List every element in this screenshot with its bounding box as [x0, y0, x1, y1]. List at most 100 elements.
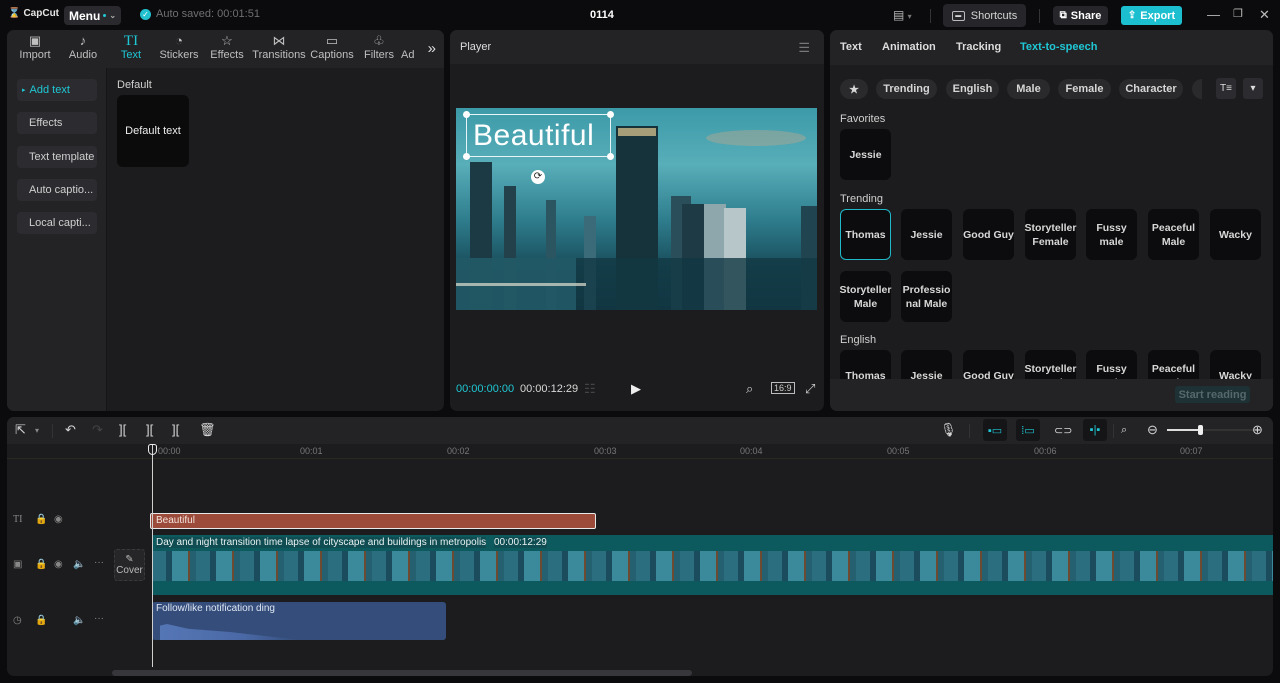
restore-icon[interactable]: ❐	[1233, 7, 1243, 20]
resize-handle[interactable]	[607, 153, 614, 160]
voice-card[interactable]: Peaceful Male	[1148, 209, 1199, 260]
split-right-icon[interactable]: ][	[172, 422, 179, 437]
text-overlay-box[interactable]: Beautiful	[463, 111, 614, 160]
more-icon[interactable]: ···	[94, 557, 104, 568]
eye-icon[interactable]: ◉	[54, 514, 63, 525]
voice-card-selected[interactable]: Thomas	[840, 209, 891, 260]
chevron-down-icon[interactable]: ▾	[1243, 78, 1263, 99]
undo-icon[interactable]: ↶	[65, 422, 76, 438]
favorites-chip[interactable]: ★	[840, 79, 868, 99]
nav-auto-captions[interactable]: Auto captio...	[17, 179, 97, 201]
aspect-ratio-button[interactable]: 16:9	[771, 382, 795, 394]
lock-icon[interactable]: 🔒	[35, 514, 47, 525]
list-view-icon[interactable]: ☷	[584, 381, 596, 397]
ruler-label: 00:05	[887, 446, 910, 456]
voice-card[interactable]: Professio nal Male	[901, 271, 952, 322]
voice-card[interactable]: Jessie	[840, 129, 891, 180]
audio-clip[interactable]: Follow/like notification ding	[152, 602, 446, 640]
tab-text-props[interactable]: Text	[840, 41, 862, 53]
nav-add-text[interactable]: Add text	[17, 79, 97, 101]
eye-icon[interactable]: ◉	[54, 559, 63, 570]
minimize-icon[interactable]: —	[1207, 7, 1220, 22]
speaker-icon[interactable]: 🔈	[73, 559, 85, 570]
chip-english[interactable]: English	[946, 79, 999, 99]
chip-character[interactable]: Character	[1119, 79, 1183, 99]
split-left-icon[interactable]: ][	[146, 422, 153, 437]
filter-sort-icon[interactable]: T≡	[1216, 78, 1236, 99]
zoom-fit-icon[interactable]: ⌕	[746, 381, 753, 397]
lock-icon[interactable]: 🔒	[35, 559, 47, 570]
zoom-in-icon[interactable]: ⊕	[1252, 422, 1263, 438]
voice-card[interactable]: Jessie	[901, 209, 952, 260]
resize-handle[interactable]	[607, 111, 614, 118]
fullscreen-icon[interactable]: ⤢	[805, 381, 815, 397]
text-clip[interactable]: Beautiful	[150, 513, 596, 529]
link-icon[interactable]: ⊂⊃	[1054, 424, 1072, 437]
voice-card[interactable]: Good Guy	[963, 209, 1014, 260]
time-ruler[interactable]: 00:00 00:01 00:02 00:03 00:04 00:05 00:0…	[7, 444, 1273, 459]
default-text-card[interactable]: Default text	[117, 95, 189, 167]
captions-icon: ▭	[325, 33, 339, 48]
redo-icon[interactable]: ↷	[92, 422, 103, 438]
microphone-icon[interactable]: 🎙	[940, 422, 957, 438]
tab-tracking[interactable]: Tracking	[956, 41, 1001, 53]
chip-overflow[interactable]	[1192, 79, 1202, 99]
share-button[interactable]: ⧉ Share	[1053, 6, 1108, 25]
more-icon[interactable]: ···	[94, 613, 104, 624]
nav-text-template[interactable]: Text template	[17, 146, 97, 168]
voice-card[interactable]: Fussy male	[1086, 209, 1137, 260]
layout-icon[interactable]: ▤ ▾	[893, 8, 912, 22]
chip-female[interactable]: Female	[1058, 79, 1111, 99]
export-button[interactable]: ⇪ Export	[1121, 6, 1182, 25]
split-icon[interactable]: ][	[119, 422, 126, 437]
zoom-slider-knob[interactable]	[1198, 425, 1203, 435]
resize-handle[interactable]	[463, 153, 470, 160]
chip-trending[interactable]: Trending	[876, 79, 937, 99]
tab-stickers[interactable]: ◔ Stickers	[155, 30, 203, 68]
close-icon[interactable]: ✕	[1259, 7, 1270, 23]
playhead-handle[interactable]	[148, 444, 157, 455]
auto-snapping-icon[interactable]: ⁞▭	[1016, 419, 1040, 441]
tab-captions[interactable]: ▭ Captions	[307, 30, 357, 68]
delete-icon[interactable]: 🗑	[199, 422, 216, 438]
tab-import[interactable]: ▣ Import	[11, 30, 59, 68]
main-track-magnet-icon[interactable]: ▪▭	[983, 419, 1007, 441]
tab-audio[interactable]: ♪ Audio	[59, 30, 107, 68]
preview-axis-icon[interactable]: ▪|▪	[1083, 419, 1107, 441]
lock-icon[interactable]: 🔒	[35, 615, 47, 626]
menu-button[interactable]: Menu ⌄	[64, 6, 121, 25]
playhead[interactable]	[152, 445, 153, 667]
voice-card[interactable]: Storyteller Male	[840, 271, 891, 322]
speaker-icon[interactable]: 🔈	[73, 615, 85, 626]
zoom-out-icon[interactable]: ⊖	[1147, 422, 1158, 438]
voice-card[interactable]: Storyteller Female	[1025, 209, 1076, 260]
hamburger-menu-icon[interactable]: ☰	[798, 40, 810, 56]
rotate-handle-icon[interactable]: ⟳	[531, 170, 545, 184]
chip-male[interactable]: Male	[1007, 79, 1050, 99]
chevron-down-icon[interactable]: ▾	[35, 426, 39, 435]
tab-text-to-speech[interactable]: Text-to-speech	[1020, 41, 1097, 53]
shortcuts-button[interactable]: ▬ Shortcuts	[943, 4, 1026, 27]
select-tool-icon[interactable]: ⇱	[15, 422, 26, 438]
cover-button[interactable]: ✎ Cover	[114, 549, 145, 581]
tab-text[interactable]: TI Text	[107, 30, 155, 68]
resize-handle[interactable]	[463, 111, 470, 118]
horizontal-scrollbar[interactable]	[112, 670, 692, 676]
play-icon[interactable]: ▶	[631, 381, 641, 397]
tab-adjustment[interactable]: Ad	[401, 30, 425, 68]
nav-effects[interactable]: Effects	[17, 112, 97, 134]
voice-card[interactable]: Wacky	[1210, 209, 1261, 260]
zoom-to-fit-icon[interactable]: ⌕	[1121, 424, 1127, 437]
more-tabs-icon[interactable]: »	[428, 40, 436, 57]
video-clip[interactable]: Day and night transition time lapse of c…	[152, 535, 1273, 595]
tab-effects[interactable]: ☆ Effects	[203, 30, 251, 68]
tab-animation[interactable]: Animation	[882, 41, 936, 53]
tab-transitions[interactable]: ⋈ Transitions	[251, 30, 307, 68]
video-preview[interactable]: Beautiful ⟳	[456, 108, 817, 310]
nav-local-captions[interactable]: Local capti...	[17, 212, 97, 234]
start-reading-button[interactable]: Start reading	[1175, 386, 1250, 403]
tab-label: Ad	[401, 49, 415, 61]
tab-filters[interactable]: ♧ Filters	[357, 30, 401, 68]
tab-label: Stickers	[159, 49, 199, 61]
timeline-zoom-slider[interactable]	[1167, 425, 1260, 435]
